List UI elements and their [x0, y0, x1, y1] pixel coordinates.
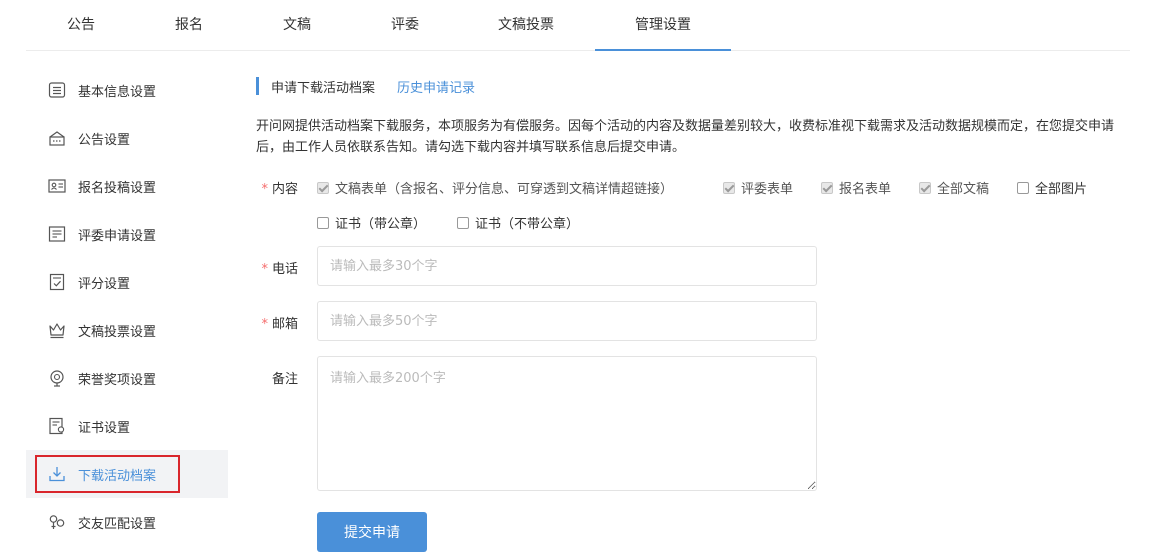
sidebar-item-label: 基本信息设置 — [78, 84, 157, 100]
checkbox-all-manuscripts[interactable]: 全部文稿 — [919, 178, 989, 197]
form-icon — [48, 225, 66, 243]
sidebar-item-download-archive[interactable]: 下载活动档案 — [26, 450, 228, 498]
match-icon — [48, 513, 66, 531]
email-input[interactable] — [317, 301, 817, 341]
checkbox-registration-form[interactable]: 报名表单 — [821, 178, 891, 197]
email-row: * 邮箱 — [256, 301, 1136, 341]
sidebar-item-label: 荣誉奖项设置 — [78, 372, 157, 388]
tab-announcement[interactable]: 公告 — [56, 0, 106, 50]
sidebar-item-label: 证书设置 — [78, 420, 131, 436]
sidebar-item-label: 评分设置 — [78, 276, 131, 292]
sidebar-item-judge-application[interactable]: 评委申请设置 — [26, 210, 228, 258]
checkbox-manuscript-form[interactable]: 文稿表单（含报名、评分信息、可穿透到文稿详情超链接） — [317, 178, 673, 197]
crown-icon — [48, 321, 66, 339]
history-records-link[interactable]: 历史申请记录 — [397, 77, 475, 96]
remark-row: 备注 — [256, 356, 1136, 492]
required-mark: * — [261, 317, 268, 332]
sidebar-item-label: 公告设置 — [78, 132, 131, 148]
sidebar-item-label: 交友匹配设置 — [78, 516, 157, 532]
phone-label: * 电话 — [261, 262, 298, 277]
sub-navigation: 申请下载活动档案 历史申请记录 — [256, 70, 1136, 102]
tab-registration[interactable]: 报名 — [164, 0, 214, 50]
checkbox-box — [317, 216, 329, 229]
submit-application-button[interactable]: 提交申请 — [317, 512, 427, 552]
sidebar-item-registration[interactable]: 报名投稿设置 — [26, 162, 228, 210]
tab-management-settings[interactable]: 管理设置 — [595, 0, 731, 51]
email-label: * 邮箱 — [261, 317, 298, 332]
announcement-icon — [48, 129, 66, 147]
required-mark: * — [261, 262, 268, 277]
rating-icon — [48, 273, 66, 291]
checkbox-box — [457, 216, 469, 229]
content-label: * 内容 — [261, 182, 298, 197]
checkbox-certificate-without-seal[interactable]: 证书（不带公章） — [457, 213, 579, 232]
id-card-icon — [48, 177, 66, 195]
sidebar-item-basic-info[interactable]: 基本信息设置 — [26, 66, 228, 114]
tab-manuscript-voting[interactable]: 文稿投票 — [488, 0, 564, 50]
sidebar-item-announcement[interactable]: 公告设置 — [26, 114, 228, 162]
sidebar-item-rating[interactable]: 评分设置 — [26, 258, 228, 306]
checkbox-all-images[interactable]: 全部图片 — [1017, 178, 1087, 197]
remark-label: 备注 — [271, 372, 298, 387]
phone-row: * 电话 — [256, 246, 1136, 286]
sidebar-item-label: 文稿投票设置 — [78, 324, 157, 340]
checkbox-certificate-with-seal[interactable]: 证书（带公章） — [317, 213, 426, 232]
required-mark: * — [261, 182, 268, 197]
checkbox-box — [317, 181, 329, 194]
checkbox-box — [1017, 181, 1029, 194]
checkbox-box — [723, 181, 735, 194]
sidebar-item-label: 报名投稿设置 — [78, 180, 157, 196]
phone-input[interactable] — [317, 246, 817, 286]
sidebar-item-honors[interactable]: 荣誉奖项设置 — [26, 354, 228, 402]
service-description: 开问网提供活动档案下载服务，本项服务为有偿服务。因每个活动的内容及数据量差别较大… — [256, 119, 1115, 155]
checkbox-box — [919, 181, 931, 194]
checkbox-box — [821, 181, 833, 194]
remark-textarea[interactable] — [317, 356, 817, 491]
top-tabs: 公告 报名 文稿 评委 文稿投票 管理设置 — [26, 0, 1130, 51]
sidebar-item-label: 评委申请设置 — [78, 228, 157, 244]
checkbox-judge-form[interactable]: 评委表单 — [723, 178, 793, 197]
main-content: 申请下载活动档案 历史申请记录 开问网提供活动档案下载服务，本项服务为有偿服务。… — [256, 70, 1136, 552]
list-icon — [48, 81, 66, 99]
sidebar-item-certificate[interactable]: 证书设置 — [26, 402, 228, 450]
highlight-box — [35, 455, 180, 493]
sidebar-item-match[interactable]: 交友匹配设置 — [26, 498, 228, 546]
sidebar-item-voting[interactable]: 文稿投票设置 — [26, 306, 228, 354]
tab-manuscripts[interactable]: 文稿 — [272, 0, 322, 50]
sidebar: 基本信息设置 公告设置 报名投稿设置 评委申请设置 评分设置 文稿投票设置 荣誉… — [26, 66, 228, 546]
tab-judges[interactable]: 评委 — [380, 0, 430, 50]
certificate-icon — [48, 417, 66, 435]
section-indicator — [256, 77, 259, 95]
medal-icon — [48, 369, 66, 387]
current-section-title: 申请下载活动档案 — [271, 80, 376, 96]
